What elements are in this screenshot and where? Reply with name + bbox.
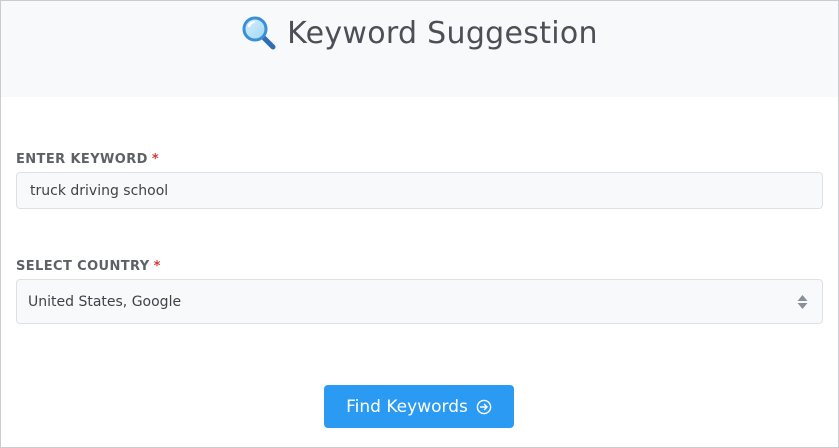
sort-arrows-icon bbox=[797, 294, 808, 310]
country-select[interactable]: United States, Google bbox=[16, 279, 823, 324]
country-label: SELECT COUNTRY * bbox=[16, 259, 161, 274]
country-select-value: United States, Google bbox=[28, 293, 182, 310]
title-group: Keyword Suggestion bbox=[241, 15, 598, 51]
keyword-suggestion-panel: Keyword Suggestion ENTER KEYWORD * truck … bbox=[0, 0, 839, 448]
magnifier-icon bbox=[241, 15, 277, 51]
required-mark: * bbox=[151, 152, 160, 167]
page-title: Keyword Suggestion bbox=[287, 15, 598, 51]
find-keywords-label: Find Keywords bbox=[346, 396, 468, 417]
keyword-label-text: ENTER KEYWORD bbox=[16, 152, 148, 167]
required-mark: * bbox=[153, 259, 161, 274]
find-keywords-button[interactable]: Find Keywords bbox=[324, 385, 514, 428]
keyword-input-value: truck driving school bbox=[30, 182, 169, 199]
keyword-label: ENTER KEYWORD * bbox=[16, 152, 159, 167]
arrow-circle-right-icon bbox=[476, 399, 492, 415]
panel-header: Keyword Suggestion bbox=[1, 1, 838, 97]
keyword-input[interactable]: truck driving school bbox=[16, 172, 823, 209]
country-label-text: SELECT COUNTRY bbox=[16, 259, 150, 274]
